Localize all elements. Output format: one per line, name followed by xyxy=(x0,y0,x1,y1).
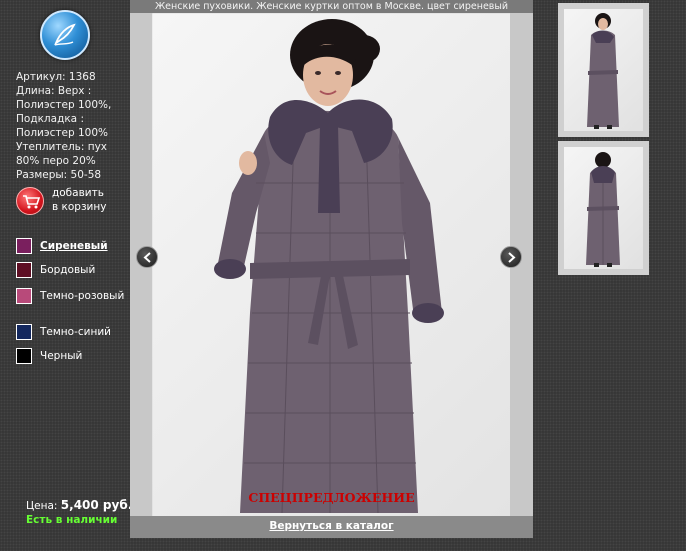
thumbnail-back[interactable] xyxy=(558,141,649,275)
color-label: Черный xyxy=(40,350,83,362)
color-label: Темно-синий xyxy=(40,326,111,338)
add-to-cart-label: добавить в корзину xyxy=(52,186,106,214)
spec-sizes: Размеры: 50-58 xyxy=(16,169,102,181)
chevron-left-icon xyxy=(143,252,151,263)
spec-outer-material: Полиэстер 100%, xyxy=(16,99,112,111)
spec-insulation-mix: 80% перо 20% xyxy=(16,155,96,167)
special-offer-label: СПЕЦПРЕДЛОЖЕНИЕ xyxy=(248,490,415,505)
color-label: Темно-розовый xyxy=(40,290,125,302)
left-panel: Артикул: 1368 Длина: Верх : Полиэстер 10… xyxy=(0,0,132,551)
thumbnail-front-image xyxy=(564,9,643,131)
color-swatch xyxy=(16,348,32,364)
color-label: Бордовый xyxy=(40,264,96,276)
back-bar: Вернуться в каталог xyxy=(130,516,533,538)
color-swatch xyxy=(16,262,32,278)
color-swatch xyxy=(16,324,32,340)
price-label: Цена: xyxy=(26,500,58,512)
stock-status: Есть в наличии xyxy=(26,514,118,526)
spec-article: Артикул: 1368 xyxy=(16,71,96,83)
add-to-cart-line1: добавить xyxy=(52,187,104,199)
feather-pen-icon xyxy=(54,23,76,46)
product-title: Женские пуховики. Женские куртки оптом в… xyxy=(130,0,533,13)
price: Цена: 5,400 руб. xyxy=(26,498,132,512)
add-to-cart-button[interactable]: добавить в корзину xyxy=(16,186,128,216)
spec-lining: Подкладка : xyxy=(16,113,84,125)
product-photo xyxy=(152,13,510,516)
thumbnail-front[interactable] xyxy=(558,3,649,137)
color-swatch xyxy=(16,288,32,304)
product-specs: Артикул: 1368 Длина: Верх : Полиэстер 10… xyxy=(16,70,126,182)
spec-insulation: Утеплитель: пух xyxy=(16,141,108,153)
chevron-right-icon xyxy=(508,252,516,263)
add-to-cart-line2: в корзину xyxy=(52,201,107,213)
product-viewer: Женские пуховики. Женские куртки оптом в… xyxy=(130,0,533,538)
site-logo[interactable] xyxy=(40,10,90,60)
prev-image-button[interactable] xyxy=(136,246,158,268)
spec-lining-material: Полиэстер 100% xyxy=(16,127,108,139)
thumbnail-back-image xyxy=(564,147,643,269)
coat-model-image xyxy=(214,19,444,514)
price-amount: 5,400 руб. xyxy=(60,498,133,512)
color-swatch xyxy=(16,238,32,254)
color-label: Сиреневый xyxy=(40,240,108,252)
spec-length: Длина: Верх : xyxy=(16,85,92,97)
next-image-button[interactable] xyxy=(500,246,522,268)
cart-icon xyxy=(16,187,44,215)
back-to-catalog-link[interactable]: Вернуться в каталог xyxy=(130,520,533,532)
